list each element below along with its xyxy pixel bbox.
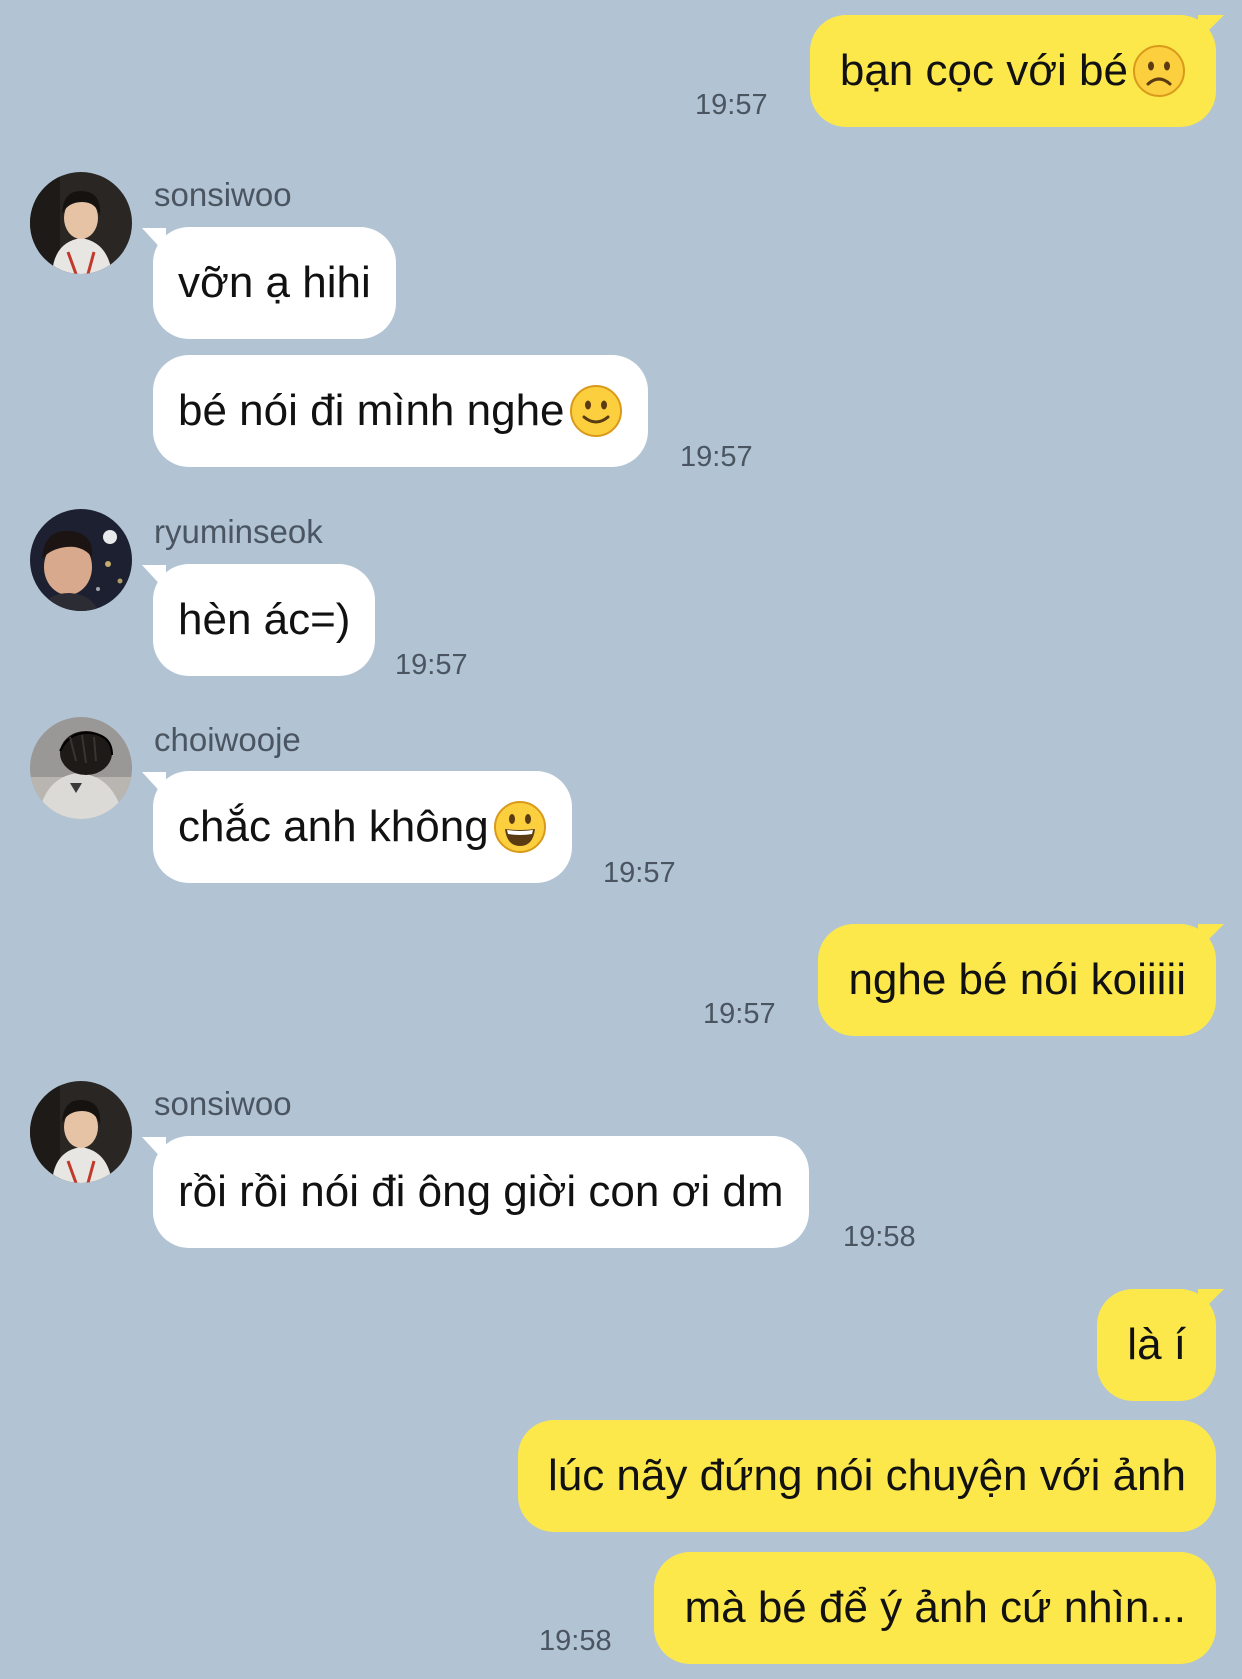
incoming-message-bubble[interactable]: bé nói đi mình nghe bbox=[153, 355, 648, 467]
message-text: mà bé để ý ảnh cứ nhìn... bbox=[684, 1583, 1186, 1632]
message-text: bạn cọc với bé bbox=[839, 46, 1128, 95]
outgoing-message-bubble[interactable]: bạn cọc với bé bbox=[809, 15, 1216, 127]
outgoing-message-bubble[interactable]: nghe bé nói koiiiii bbox=[818, 924, 1216, 1036]
sender-name: sonsiwoo bbox=[154, 176, 292, 213]
slightly-smiling-face-emoji-icon bbox=[569, 385, 622, 437]
incoming-message-bubble[interactable]: vỡn ạ hihi bbox=[153, 227, 396, 339]
message-timestamp: 19:58 bbox=[539, 1625, 612, 1657]
outgoing-message-bubble[interactable]: lúc nãy đứng nói chuyện với ảnh bbox=[517, 1420, 1216, 1532]
message-timestamp: 19:57 bbox=[695, 89, 768, 121]
message-text: là í bbox=[1127, 1320, 1186, 1369]
incoming-message-bubble[interactable]: hèn ác=) bbox=[153, 564, 376, 676]
message-timestamp: 19:57 bbox=[680, 441, 753, 473]
outgoing-message-bubble[interactable]: mà bé để ý ảnh cứ nhìn... bbox=[654, 1552, 1216, 1664]
incoming-message-bubble[interactable]: chắc anh không bbox=[153, 771, 572, 883]
message-timestamp: 19:57 bbox=[603, 857, 676, 889]
message-timestamp: 19:57 bbox=[703, 998, 776, 1030]
sender-name: choiwooje bbox=[154, 721, 301, 758]
message-text: rồi rồi nói đi ông giời con ơi dm bbox=[178, 1167, 784, 1216]
sender-name: sonsiwoo bbox=[154, 1085, 292, 1122]
message-text: hèn ác=) bbox=[178, 595, 351, 644]
frowning-face-emoji-icon bbox=[1133, 45, 1185, 97]
message-timestamp: 19:57 bbox=[395, 649, 468, 681]
incoming-message-bubble[interactable]: rồi rồi nói đi ông giời con ơi dm bbox=[153, 1136, 809, 1248]
grinning-face-emoji-icon bbox=[493, 801, 546, 853]
message-text: bé nói đi mình nghe bbox=[178, 386, 565, 435]
avatar-choiwooje[interactable] bbox=[30, 717, 132, 819]
message-text: vỡn ạ hihi bbox=[178, 258, 371, 307]
avatar-sonsiwoo[interactable] bbox=[30, 172, 132, 274]
sender-name: ryuminseok bbox=[154, 513, 323, 550]
message-text: nghe bé nói koiiiii bbox=[848, 955, 1186, 1004]
message-text: chắc anh không bbox=[178, 802, 489, 851]
message-timestamp: 19:58 bbox=[843, 1221, 916, 1253]
message-text: lúc nãy đứng nói chuyện với ảnh bbox=[547, 1451, 1186, 1500]
avatar-sonsiwoo[interactable] bbox=[30, 1081, 132, 1183]
avatar-ryuminseok[interactable] bbox=[30, 509, 132, 611]
